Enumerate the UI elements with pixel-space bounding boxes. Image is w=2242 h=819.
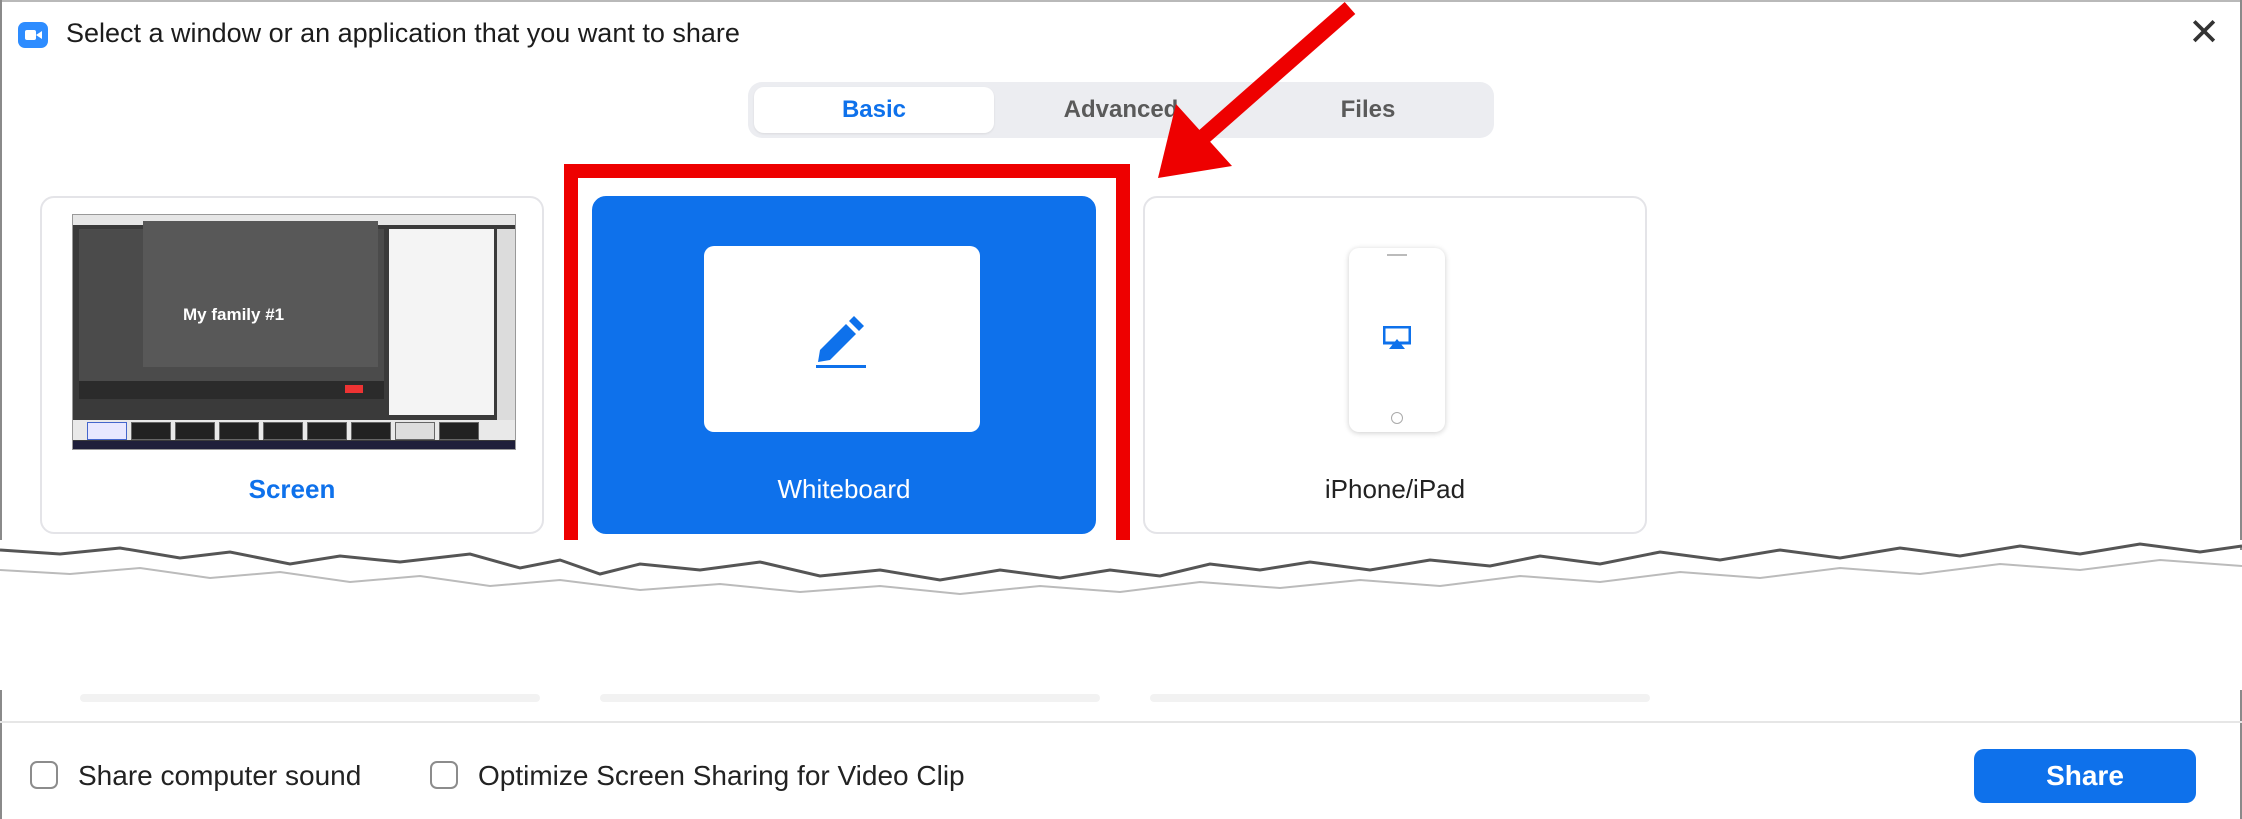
tab-files[interactable]: Files (1248, 87, 1488, 133)
torn-paper-edge (0, 540, 2242, 596)
screen-preview-caption: My family #1 (183, 305, 285, 324)
share-type-tabs: Basic Advanced Files (748, 82, 1494, 138)
faded-remnant (80, 694, 540, 702)
title-bar: Select a window or an application that y… (0, 0, 2242, 70)
tab-basic[interactable]: Basic (754, 87, 994, 133)
screen-label: Screen (248, 474, 336, 504)
share-option-screen[interactable]: My family #1 Screen (40, 196, 544, 534)
phone-illustration (1349, 248, 1445, 432)
share-computer-sound-checkbox[interactable] (30, 761, 58, 789)
share-computer-sound-label[interactable]: Share computer sound (78, 760, 361, 792)
faded-remnant (600, 694, 1100, 702)
airplay-icon (1383, 326, 1411, 349)
annotation-highlight-box (564, 164, 1130, 562)
window-border-left (0, 0, 2, 550)
close-icon[interactable]: ✕ (2188, 14, 2220, 52)
window-title: Select a window or an application that y… (66, 18, 740, 48)
iphone-label: iPhone/iPad (1324, 474, 1466, 504)
share-button[interactable]: Share (1974, 749, 2196, 803)
tab-advanced[interactable]: Advanced (1001, 87, 1241, 133)
optimize-video-label[interactable]: Optimize Screen Sharing for Video Clip (478, 760, 965, 792)
footer-divider (0, 721, 2242, 723)
zoom-app-icon (18, 22, 48, 48)
screen-preview-thumbnail: My family #1 (72, 214, 516, 450)
share-option-iphone-ipad[interactable]: iPhone/iPad (1143, 196, 1647, 534)
faded-remnant (1150, 694, 1650, 702)
optimize-video-checkbox[interactable] (430, 761, 458, 789)
window-border-left-lower (0, 690, 2, 819)
